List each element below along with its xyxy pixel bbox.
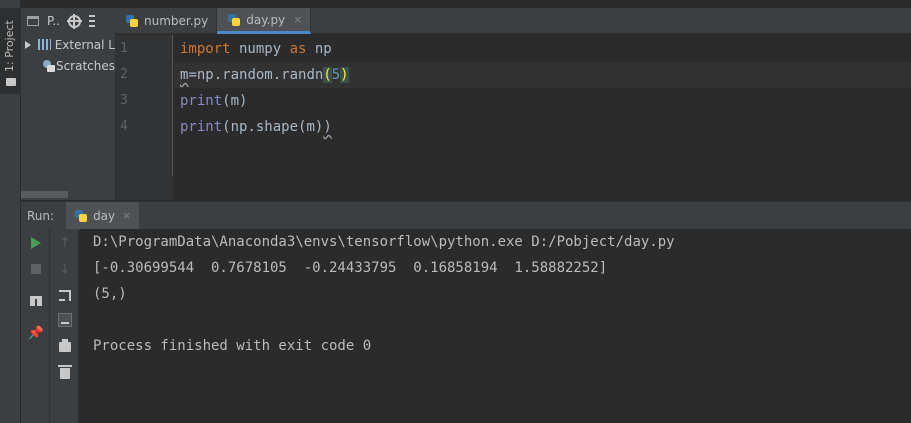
tree-item-external-libraries[interactable]: External L xyxy=(21,34,115,55)
collapse-icon[interactable] xyxy=(89,15,95,27)
code-token: import xyxy=(180,41,231,57)
expand-arrow-icon[interactable] xyxy=(25,40,31,49)
line-number: 3 xyxy=(120,93,128,108)
code-token: np xyxy=(306,41,332,57)
code-line[interactable]: print(m) xyxy=(180,88,247,114)
editor-empty-area xyxy=(115,176,911,200)
run-tab-day[interactable]: day × xyxy=(66,201,140,230)
code-token: (np.shape(m) xyxy=(222,119,324,135)
scratches-icon xyxy=(42,59,55,73)
horizontal-scrollbar[interactable] xyxy=(21,191,68,198)
console-line: [-0.30699544 0.7678105 -0.24433795 0.168… xyxy=(93,260,608,276)
folder-icon xyxy=(6,78,16,86)
trash-icon xyxy=(58,364,72,379)
code-token: ( xyxy=(323,67,332,83)
scroll-to-end-button[interactable] xyxy=(57,312,73,328)
print-icon xyxy=(59,339,71,352)
pin-tab-button[interactable]: 📌 xyxy=(28,325,44,341)
code-token: ) xyxy=(323,119,332,135)
tab-number-py[interactable]: number.py xyxy=(115,8,218,34)
run-label: Run: xyxy=(27,208,55,223)
run-toolbar-secondary: ↑ ↓ xyxy=(50,229,79,423)
code-token: =np.random.randn xyxy=(188,67,324,83)
tab-day-py[interactable]: day.py × xyxy=(217,8,312,34)
arrow-down-icon: ↓ xyxy=(59,261,71,277)
project-tool-tab[interactable]: 1: Project xyxy=(0,8,21,94)
run-tab-label: day xyxy=(93,208,116,223)
code-token: print xyxy=(180,119,223,135)
python-file-icon xyxy=(74,209,88,223)
tree-item-scratches[interactable]: Scratches xyxy=(21,55,115,76)
line-number: 1 xyxy=(120,41,128,56)
clear-all-button[interactable] xyxy=(57,364,73,381)
library-icon xyxy=(38,39,51,50)
console-line: (5,) xyxy=(93,286,127,302)
console-line: D:\ProgramData\Anaconda3\envs\tensorflow… xyxy=(93,234,675,250)
code-token: as xyxy=(289,41,307,57)
tree-item-label: Scratches xyxy=(55,58,115,73)
python-file-icon xyxy=(227,13,241,27)
locate-target-icon[interactable] xyxy=(67,13,82,29)
soft-wrap-button[interactable] xyxy=(57,287,73,303)
project-panel: P.. External L Scratches xyxy=(21,8,115,200)
code-token: (m) xyxy=(222,93,248,109)
next-occurrence-button[interactable]: ↓ xyxy=(57,261,73,277)
code-token: numpy xyxy=(230,41,290,57)
arrow-up-icon: ↑ xyxy=(59,235,71,251)
run-toolbar-primary: 📌 xyxy=(21,229,50,423)
code-token: print xyxy=(180,93,223,109)
rerun-button[interactable] xyxy=(28,235,44,251)
run-console[interactable]: D:\ProgramData\Anaconda3\envs\tensorflow… xyxy=(80,229,911,423)
line-number: 2 xyxy=(120,67,128,82)
editor-tab-bar: number.py day.py × xyxy=(115,8,911,34)
python-file-icon xyxy=(125,14,139,28)
code-token: ) xyxy=(340,67,349,83)
code-line[interactable]: print(np.shape(m)) xyxy=(180,114,332,140)
run-panel-header: Run: day × xyxy=(21,201,911,230)
line-number: 4 xyxy=(120,119,128,134)
line-number-gutter: 1 2 3 4 xyxy=(115,35,173,176)
code-line[interactable]: m=np.random.randn(5) xyxy=(180,62,349,88)
layout-icon xyxy=(30,296,42,306)
tab-label: number.py xyxy=(144,14,209,28)
pin-icon: 📌 xyxy=(27,325,45,341)
project-tool-tab-label: 1: Project xyxy=(3,20,16,72)
code-line[interactable]: import numpy as np xyxy=(180,36,332,62)
project-panel-toolbar: P.. xyxy=(21,8,115,34)
print-button[interactable] xyxy=(57,339,73,355)
code-editor[interactable]: import numpy as np m=np.random.randn(5) … xyxy=(174,35,911,176)
previous-occurrence-button[interactable]: ↑ xyxy=(57,235,73,251)
close-icon[interactable]: × xyxy=(293,13,302,26)
project-view-selector[interactable]: P.. xyxy=(47,14,60,28)
stop-icon xyxy=(31,264,41,274)
code-token: 5 xyxy=(331,67,341,83)
soft-wrap-icon xyxy=(59,289,71,301)
scroll-to-end-icon xyxy=(58,313,72,327)
tab-label: day.py xyxy=(246,12,286,27)
play-icon xyxy=(31,237,41,249)
window-icon xyxy=(27,16,39,26)
restore-layout-button[interactable] xyxy=(28,293,44,309)
stop-button[interactable] xyxy=(28,261,44,277)
tree-item-label: External L xyxy=(54,37,115,52)
console-line: Process finished with exit code 0 xyxy=(93,338,372,354)
close-icon[interactable]: × xyxy=(122,209,131,222)
left-tool-strip: 1: Project xyxy=(0,0,21,423)
